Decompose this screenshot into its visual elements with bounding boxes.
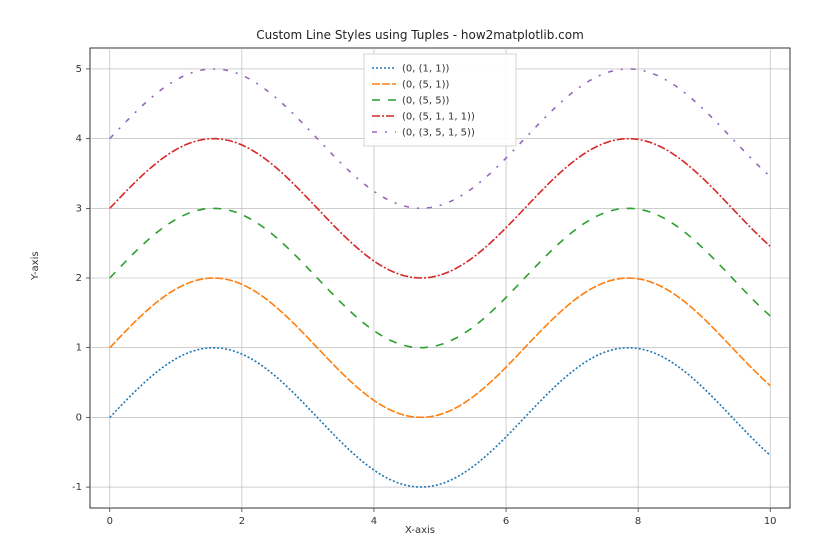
legend: (0, (1, 1)) (0, (5, 1)) (0, (5, 5)) (0, (5,… [364,54,516,146]
y-tick-label: 0 [76,412,82,423]
x-tick-label: 0 [107,516,113,527]
plot-svg: 0246810 -1012345 (0, (1, 1))(0, (5, 1))(… [0,0,840,560]
legend-label: (0, (5, 1, 1, 1)) [402,112,475,123]
y-tick-label: 5 [76,64,82,75]
y-tick-label: -1 [72,482,82,493]
legend-label: (0, (3, 5, 1, 5)) [402,128,475,139]
legend-label: (0, (1, 1)) [402,64,450,75]
x-tick-label: 8 [635,516,641,527]
x-tick-label: 6 [503,516,509,527]
x-tick-label: 2 [239,516,245,527]
legend-label: (0, (5, 5)) [402,96,450,107]
x-tick-label: 4 [371,516,377,527]
y-tick-label: 3 [76,203,82,214]
y-ticks: -1 0 1 2 3 4 5 [72,64,90,493]
legend-label: (0, (5, 1)) [402,80,450,91]
y-tick-label: 2 [76,273,82,284]
x-ticks: 0 2 4 6 8 10 [107,508,777,527]
y-tick-label: 4 [76,134,82,145]
x-tick-label: 10 [764,516,777,527]
y-tick-label: 1 [76,343,82,354]
chart-container: Custom Line Styles using Tuples - how2ma… [0,0,840,560]
